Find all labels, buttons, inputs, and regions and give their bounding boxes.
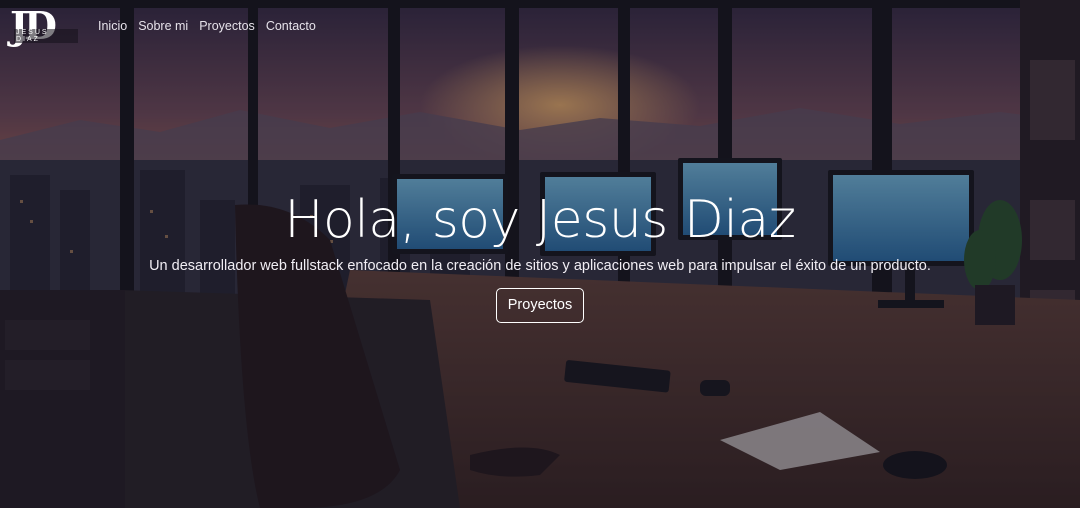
hero-content: Hola, soy Jesus Diaz Un desarrollador we… <box>0 188 1080 323</box>
nav-link-inicio[interactable]: Inicio <box>98 19 127 33</box>
hero-subtitle: Un desarrollador web fullstack enfocado … <box>149 258 931 274</box>
logo-subtext: JESUS DIAZ <box>14 29 78 43</box>
projects-button[interactable]: Proyectos <box>495 288 585 323</box>
nav-links: Inicio Sobre mi Proyectos Contacto <box>98 19 316 33</box>
navbar: JD JESUS DIAZ Inicio Sobre mi Proyectos … <box>0 0 1080 56</box>
nav-link-contacto[interactable]: Contacto <box>266 19 316 33</box>
nav-link-proyectos[interactable]: Proyectos <box>199 19 255 33</box>
hero-section: JD JESUS DIAZ Inicio Sobre mi Proyectos … <box>0 0 1080 508</box>
hero-title: Hola, soy Jesus Diaz <box>284 190 796 250</box>
nav-link-sobre-mi[interactable]: Sobre mi <box>138 19 188 33</box>
logo[interactable]: JD JESUS DIAZ <box>10 6 78 50</box>
